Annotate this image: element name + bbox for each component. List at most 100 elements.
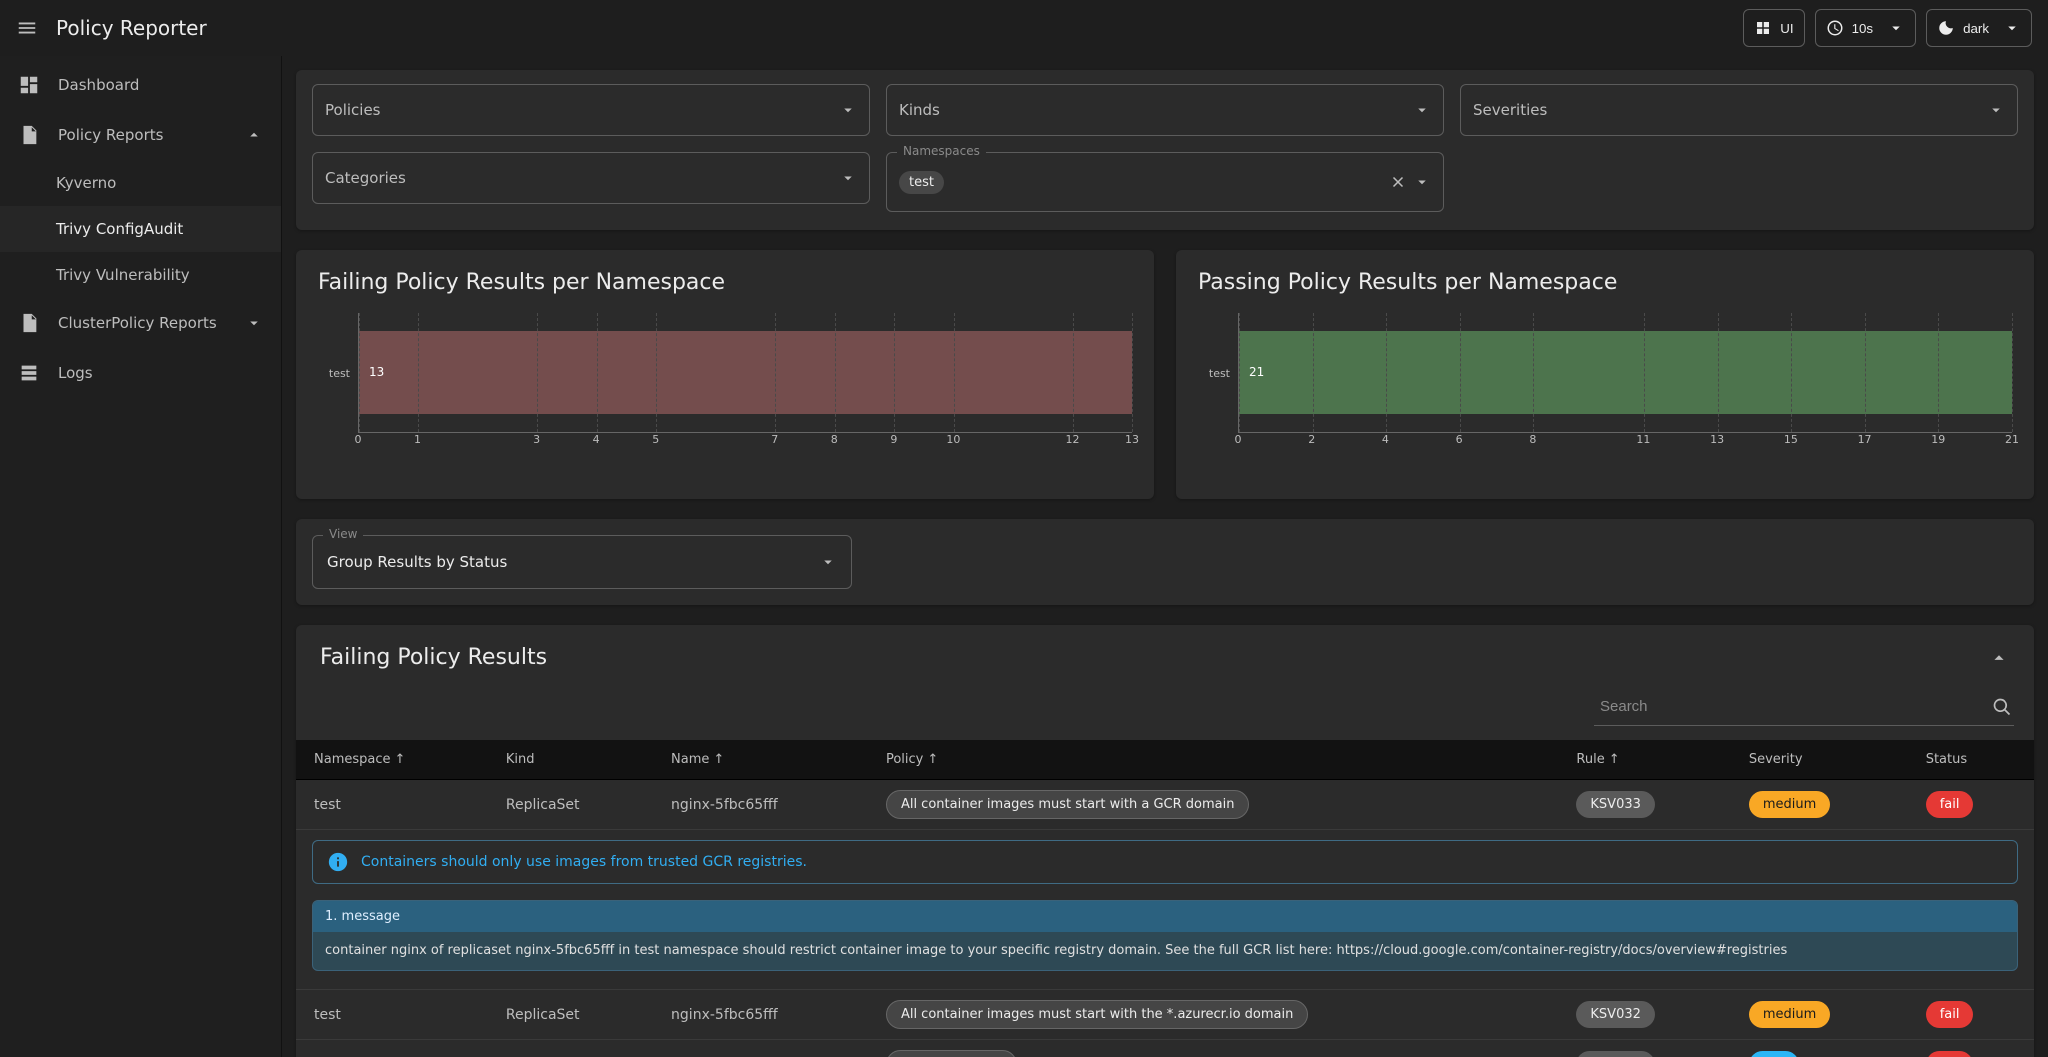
col-kind[interactable]: Kind xyxy=(488,740,653,780)
chevron-up-icon xyxy=(245,126,263,144)
chart-tick-label: 5 xyxy=(652,433,659,446)
chevron-down-icon xyxy=(839,101,857,119)
filter-placeholder: Policies xyxy=(325,101,380,119)
cell-name: nginx-5fbc65fff xyxy=(653,780,868,830)
severity-chip: medium xyxy=(1749,1001,1830,1028)
sidebar-item-trivy-vulnerability[interactable]: Trivy Vulnerability xyxy=(0,252,281,298)
reports-icon xyxy=(18,124,40,146)
chart-plot-area: 13 xyxy=(358,313,1132,433)
table-row[interactable]: testReplicaSetnginx-5fbc65fffAll contain… xyxy=(296,990,2034,1040)
results-title: Failing Policy Results xyxy=(320,645,547,670)
policies-filter[interactable]: Policies xyxy=(312,84,870,136)
chart-tick-label: 4 xyxy=(1382,433,1389,446)
chart-tick-label: 8 xyxy=(1529,433,1536,446)
policy-chip: All container images must start with a G… xyxy=(886,790,1250,819)
chart-tick-label: 15 xyxy=(1784,433,1798,446)
severity-chip: medium xyxy=(1749,791,1830,818)
rule-chip: KSV033 xyxy=(1576,791,1654,818)
sidebar-item-policy-reports[interactable]: Policy Reports xyxy=(0,110,281,160)
cell-severity: low xyxy=(1731,1040,1908,1057)
chart-bar: 21 xyxy=(1239,331,2012,414)
sidebar-item-label: Trivy ConfigAudit xyxy=(56,220,183,238)
view-select[interactable]: View Group Results by Status xyxy=(312,535,852,589)
namespaces-filter[interactable]: Namespaces test xyxy=(886,152,1444,212)
app-title: Policy Reporter xyxy=(56,16,207,40)
view-value: Group Results by Status xyxy=(327,553,507,571)
ui-mode-button[interactable]: UI xyxy=(1743,9,1804,47)
results-table: Namespace↑ Kind Name↑ Policy↑ Rule↑ Seve… xyxy=(296,740,2034,1057)
cell-policy: CPU not limited xyxy=(868,1040,1558,1057)
table-row[interactable]: testReplicaSetnginx-5fbc65fffCPU not lim… xyxy=(296,1040,2034,1057)
severities-filter[interactable]: Severities xyxy=(1460,84,2018,136)
cell-namespace: test xyxy=(296,990,488,1040)
chart-x-axis: 02468111315171921 xyxy=(1238,433,2012,451)
severity-chip: low xyxy=(1749,1051,1799,1057)
chart-tick-label: 6 xyxy=(1456,433,1463,446)
namespace-filter-chip[interactable]: test xyxy=(899,171,944,194)
sidebar-item-dashboard[interactable]: Dashboard xyxy=(0,60,281,110)
clock-icon xyxy=(1826,19,1844,37)
hamburger-menu-button[interactable] xyxy=(16,17,38,39)
refresh-interval-button[interactable]: 10s xyxy=(1815,9,1917,47)
status-chip: fail xyxy=(1926,1051,1974,1057)
chart-category-label: test xyxy=(1198,367,1238,380)
chart-tick-label: 10 xyxy=(946,433,960,446)
policy-chip: All container images must start with the… xyxy=(886,1000,1308,1029)
view-label: View xyxy=(323,527,363,541)
sidebar-item-kyverno[interactable]: Kyverno xyxy=(0,160,281,206)
chart-tick-label: 19 xyxy=(1931,433,1945,446)
status-chip: fail xyxy=(1926,1001,1974,1028)
logs-icon xyxy=(18,362,40,384)
cell-name: nginx-5fbc65fff xyxy=(653,990,868,1040)
failing-per-namespace-chart: Failing Policy Results per Namespace tes… xyxy=(296,250,1154,499)
col-severity[interactable]: Severity xyxy=(1731,740,1908,780)
detail-message-box: 1. messagecontainer nginx of replicaset … xyxy=(312,900,2018,971)
detail-message-body: container nginx of replicaset nginx-5fbc… xyxy=(313,932,2017,970)
chart-tick-label: 11 xyxy=(1636,433,1650,446)
cell-policy: All container images must start with a G… xyxy=(868,780,1558,830)
sidebar-item-logs[interactable]: Logs xyxy=(0,348,281,398)
detail-message-head: 1. message xyxy=(313,901,2017,932)
table-row[interactable]: testReplicaSetnginx-5fbc65fffAll contain… xyxy=(296,780,2034,830)
chart-tick-label: 12 xyxy=(1065,433,1079,446)
chart-tick-label: 13 xyxy=(1125,433,1139,446)
cell-severity: medium xyxy=(1731,990,1908,1040)
kinds-filter[interactable]: Kinds xyxy=(886,84,1444,136)
cell-status: fail xyxy=(1908,1040,2034,1057)
col-name[interactable]: Name↑ xyxy=(653,740,868,780)
collapse-results-button[interactable] xyxy=(1988,647,2010,669)
filters-card: Policies Kinds Severities Categories xyxy=(296,70,2034,230)
theme-button[interactable]: dark xyxy=(1926,9,2032,47)
app-bar: Policy Reporter UI 10s dark xyxy=(0,0,2048,56)
chart-tick-label: 2 xyxy=(1308,433,1315,446)
clear-icon[interactable] xyxy=(1389,173,1407,191)
chart-tick-label: 4 xyxy=(593,433,600,446)
chevron-down-icon xyxy=(819,553,837,571)
chevron-down-icon xyxy=(2003,19,2021,37)
chart-bar: 13 xyxy=(359,331,1132,414)
col-namespace[interactable]: Namespace↑ xyxy=(296,740,488,780)
sidebar-item-label: Policy Reports xyxy=(58,126,163,144)
theme-label: dark xyxy=(1963,21,1989,36)
col-rule[interactable]: Rule↑ xyxy=(1558,740,1730,780)
col-status[interactable]: Status xyxy=(1908,740,2034,780)
refresh-interval-label: 10s xyxy=(1852,21,1874,36)
cell-policy: All container images must start with the… xyxy=(868,990,1558,1040)
sidebar-item-clusterpolicy-reports[interactable]: ClusterPolicy Reports xyxy=(0,298,281,348)
sidebar-item-trivy-configaudit[interactable]: Trivy ConfigAudit xyxy=(0,206,281,252)
cell-rule: KSV033 xyxy=(1558,780,1730,830)
passing-per-namespace-chart: Passing Policy Results per Namespace tes… xyxy=(1176,250,2034,499)
search-input[interactable] xyxy=(1596,692,1992,721)
cell-name: nginx-5fbc65fff xyxy=(653,1040,868,1057)
ui-mode-label: UI xyxy=(1780,21,1793,36)
col-policy[interactable]: Policy↑ xyxy=(868,740,1558,780)
info-icon xyxy=(327,851,349,873)
chevron-down-icon xyxy=(1887,19,1905,37)
categories-filter[interactable]: Categories xyxy=(312,152,870,204)
cell-rule: KSV032 xyxy=(1558,990,1730,1040)
results-search[interactable] xyxy=(1594,688,2014,726)
table-row-detail: Containers should only use images from t… xyxy=(296,830,2034,990)
search-icon xyxy=(1992,697,2012,717)
chart-tick-label: 13 xyxy=(1710,433,1724,446)
menu-icon xyxy=(16,17,38,39)
